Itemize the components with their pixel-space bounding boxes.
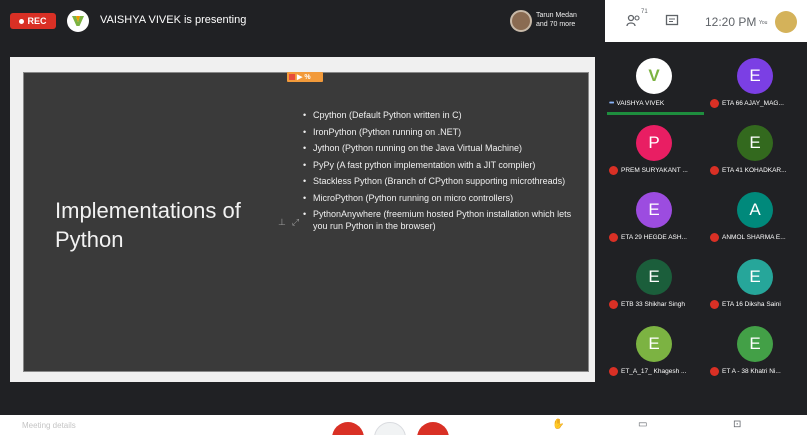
participant-tile[interactable]: V ••• VAISHYA VIVEK bbox=[605, 50, 706, 110]
participant-name-row: ETB 33 Shikhar Singh bbox=[609, 299, 706, 309]
mic-muted-icon bbox=[609, 232, 618, 242]
meeting-details-link[interactable]: Meeting details bbox=[22, 421, 76, 430]
bullet-item: Stackless Python (Branch of CPython supp… bbox=[303, 176, 573, 188]
meet-window: REC V VAISHYA VIVEK is presenting Tarun … bbox=[0, 0, 807, 435]
participant-avatar: E bbox=[636, 192, 672, 228]
meet-header-right: 71 12:20 PM You bbox=[605, 0, 807, 42]
participant-tile[interactable]: E ETA 66 AJAY_MAG... bbox=[706, 50, 807, 110]
slide-tools: ⊥ ⤢ bbox=[278, 217, 299, 228]
slide-title: Implementations of Python bbox=[55, 198, 241, 252]
me-label: You bbox=[759, 20, 768, 26]
mic-muted-icon bbox=[710, 366, 719, 376]
slide-badge-label: ▶ % bbox=[297, 74, 311, 81]
participant-name-row: ETA 41 KOHADKAR... bbox=[710, 165, 807, 175]
participant-tile[interactable]: E ETA 29 HEGDE ASH... bbox=[605, 184, 706, 244]
speaking-dots-icon: ••• bbox=[609, 99, 614, 107]
participant-name-row: PREM SURYAKANT ... bbox=[609, 165, 706, 175]
mic-muted-icon bbox=[609, 299, 618, 309]
participant-tile[interactable]: E ETB 33 Shikhar Singh bbox=[605, 251, 706, 311]
mic-muted-icon bbox=[609, 165, 618, 175]
participant-name: Tarun Medan bbox=[536, 12, 577, 19]
mic-muted-icon bbox=[710, 299, 719, 309]
participant-name: PREM SURYAKANT ... bbox=[621, 166, 688, 174]
participant-avatar: E bbox=[737, 259, 773, 295]
self-avatar[interactable] bbox=[775, 11, 797, 33]
participant-name: VAISHYA VIVEK bbox=[616, 99, 665, 107]
mic-off-button[interactable] bbox=[332, 422, 364, 435]
participant-avatar: E bbox=[737, 58, 773, 94]
participant-name: ANMOL SHARMA E... bbox=[722, 233, 786, 241]
chat-icon[interactable] bbox=[663, 12, 681, 30]
speaking-indicator bbox=[607, 112, 704, 115]
clock-time: 12:20 PM bbox=[705, 15, 757, 29]
participant-name-row: ETA 16 Diksha Saini bbox=[710, 299, 807, 309]
participants-summary[interactable]: Tarun Medan and 70 more bbox=[510, 8, 605, 36]
bullet-item: IronPython (Python running on .NET) bbox=[303, 127, 573, 139]
participant-name-row: ••• VAISHYA VIVEK bbox=[609, 98, 706, 108]
participant-tile[interactable]: E ET_A_17_ Khagesh ... bbox=[605, 318, 706, 378]
hangup-button[interactable] bbox=[374, 422, 406, 435]
mic-muted-icon bbox=[710, 232, 719, 242]
participant-avatar: E bbox=[636, 326, 672, 362]
bullet-item: PyPy (A fast python implementation with … bbox=[303, 160, 573, 172]
mic-muted-icon bbox=[710, 98, 719, 108]
pin-icon[interactable]: ⊥ bbox=[278, 217, 286, 228]
participant-avatar: V bbox=[636, 58, 672, 94]
camera-off-button[interactable] bbox=[417, 422, 449, 435]
participant-name: ETA 41 KOHADKAR... bbox=[722, 166, 787, 174]
participant-name-row: ET A - 38 Khatri Ni... bbox=[710, 366, 807, 376]
meeting-controls: Meeting details ✋ ▭ ⊡ bbox=[0, 415, 807, 435]
participant-name-row: ET_A_17_ Khagesh ... bbox=[609, 366, 706, 376]
people-count: 71 bbox=[641, 9, 648, 15]
presenter-avatar: V bbox=[67, 10, 89, 32]
participant-avatar: A bbox=[737, 192, 773, 228]
participant-name: ET_A_17_ Khagesh ... bbox=[621, 367, 687, 375]
bullet-item: Jython (Python running on the Java Virtu… bbox=[303, 143, 573, 155]
participant-tile[interactable]: E ETA 16 Diksha Saini bbox=[706, 251, 807, 311]
mic-muted-icon bbox=[710, 165, 719, 175]
participant-tile[interactable]: E ETA 41 KOHADKAR... bbox=[706, 117, 807, 177]
participant-avatar: E bbox=[737, 125, 773, 161]
bullet-item: PythonAnywhere (freemium hosted Python i… bbox=[303, 209, 573, 232]
share-screen-icon bbox=[289, 74, 295, 80]
bullet-item: MicroPython (Python running on micro con… bbox=[303, 193, 573, 205]
bullet-item: Cpython (Default Python written in C) bbox=[303, 110, 573, 122]
recording-label: REC bbox=[27, 16, 47, 26]
participant-more: and 70 more bbox=[536, 21, 576, 28]
slide-sharing-badge: ▶ % bbox=[287, 72, 323, 82]
presentation-topbar: REC V VAISHYA VIVEK is presenting Tarun … bbox=[0, 0, 605, 42]
mic-muted-icon bbox=[609, 366, 618, 376]
participant-name: ETA 16 Diksha Saini bbox=[722, 300, 781, 308]
recording-badge: REC bbox=[10, 13, 56, 29]
participant-tile[interactable]: P PREM SURYAKANT ... bbox=[605, 117, 706, 177]
expand-icon[interactable]: ⤢ bbox=[292, 217, 299, 228]
participant-name-row: ETA 66 AJAY_MAG... bbox=[710, 98, 807, 108]
stage-bottom-strip bbox=[0, 393, 605, 415]
participant-photo bbox=[510, 10, 532, 32]
participant-name: ETA 29 HEGDE ASH... bbox=[621, 233, 687, 241]
participant-name: ETA 66 AJAY_MAG... bbox=[722, 99, 784, 107]
presenter-avatar-icon bbox=[72, 16, 84, 26]
participant-tile[interactable]: E ET A - 38 Khatri Ni... bbox=[706, 318, 807, 378]
participant-name: ET A - 38 Khatri Ni... bbox=[722, 367, 781, 375]
raise-hand-icon[interactable]: ✋ bbox=[552, 419, 564, 430]
participant-tile[interactable]: A ANMOL SHARMA E... bbox=[706, 184, 807, 244]
record-dot-icon bbox=[19, 18, 25, 24]
captions-icon[interactable]: ▭ bbox=[638, 419, 647, 430]
participant-name-row: ANMOL SHARMA E... bbox=[710, 232, 807, 242]
participants-grid: V ••• VAISHYA VIVEK E ETA 66 AJAY_MAG... P PRE… bbox=[605, 42, 807, 415]
participant-name-row: ETA 29 HEGDE ASH... bbox=[609, 232, 706, 242]
participant-name: ETB 33 Shikhar Singh bbox=[621, 300, 685, 308]
presenting-text: VAISHYA VIVEK is presenting bbox=[100, 14, 247, 26]
present-now-icon[interactable]: ⊡ bbox=[733, 419, 741, 430]
slide-bullet-list: Cpython (Default Python written in C) Ir… bbox=[303, 110, 573, 237]
participant-avatar: P bbox=[636, 125, 672, 161]
participant-avatar: E bbox=[636, 259, 672, 295]
participant-avatar: E bbox=[737, 326, 773, 362]
